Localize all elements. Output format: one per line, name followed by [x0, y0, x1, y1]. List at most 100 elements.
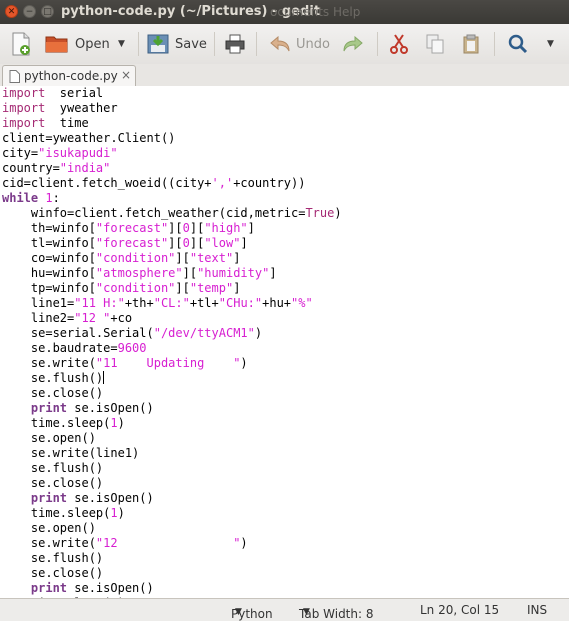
code-token: "isukapudi" — [38, 146, 118, 160]
paste-button[interactable] — [462, 29, 480, 59]
insert-mode: INS — [527, 603, 548, 617]
code-token: line1= — [2, 296, 75, 310]
clipboard-icon — [463, 34, 479, 54]
code-token: ) — [240, 536, 248, 550]
code-line[interactable]: winfo=client.fetch_weather(cid,metric=Tr… — [2, 206, 569, 221]
code-line[interactable]: se.close() — [2, 476, 569, 491]
code-line[interactable]: client=yweather.Client() — [2, 131, 569, 146]
find-menu-dropdown[interactable]: ▼ — [547, 29, 554, 59]
minimize-window-button[interactable]: − — [23, 5, 36, 18]
code-line[interactable]: time.sleep(1) — [2, 506, 569, 521]
redo-icon — [343, 36, 363, 52]
open-recent-dropdown[interactable]: ▼ — [118, 29, 125, 59]
code-token: time.sleep( — [2, 416, 111, 430]
maximize-window-button[interactable]: □ — [41, 5, 54, 18]
undo-button[interactable]: Undo — [270, 29, 330, 59]
code-view[interactable]: import serial import yweather import time c… — [0, 86, 569, 598]
code-token: line2= — [2, 311, 75, 325]
code-token: cid=client.fetch_woeid((city+ — [2, 176, 212, 190]
code-token: se.isOpen() — [67, 581, 154, 595]
code-token: se.write( — [2, 536, 96, 550]
code-token: yweather — [45, 101, 118, 115]
save-label: Save — [175, 36, 207, 52]
code-line[interactable]: se.flush() — [2, 371, 569, 386]
code-line[interactable]: print se.isOpen() — [2, 491, 569, 506]
code-line[interactable]: co=winfo["condition"]["text"] — [2, 251, 569, 266]
code-line[interactable]: print se.isOpen() — [2, 581, 569, 596]
open-button[interactable]: Open — [45, 29, 110, 59]
code-line[interactable]: time.sleep(1) — [2, 416, 569, 431]
code-line[interactable]: se.write("11 Updating ") — [2, 356, 569, 371]
search-icon — [508, 34, 528, 54]
code-token: se.baudrate= — [2, 341, 118, 355]
code-line[interactable]: cid=client.fetch_woeid((city+','+country… — [2, 176, 569, 191]
code-token: ] — [233, 251, 241, 265]
tab-label: python-code.py — [24, 69, 118, 83]
code-token: "12 " — [95, 536, 241, 550]
close-tab-icon[interactable]: × — [121, 68, 131, 82]
code-line[interactable]: import time — [2, 116, 569, 131]
toolbar-separator — [377, 32, 378, 56]
print-button[interactable] — [225, 29, 245, 59]
menu-bar-ghost: ocuments Help — [270, 5, 361, 19]
code-token: client=yweather.Client() — [2, 131, 176, 145]
code-line[interactable]: se.flush() — [2, 461, 569, 476]
code-line[interactable]: se.baudrate=9600 — [2, 341, 569, 356]
code-line[interactable]: hu=winfo["atmosphere"]["humidity"] — [2, 266, 569, 281]
code-token: ) — [117, 416, 125, 430]
undo-label: Undo — [296, 36, 330, 52]
save-button[interactable]: Save — [147, 29, 207, 59]
code-line[interactable]: se.write("12 ") — [2, 536, 569, 551]
title-bar: ✕ − □ python-code.py (~/Pictures) - gedi… — [0, 0, 569, 24]
open-label: Open — [75, 36, 110, 52]
code-line[interactable]: se.write(line1) — [2, 446, 569, 461]
code-token: ) — [240, 356, 248, 370]
redo-button[interactable] — [343, 29, 363, 59]
close-window-button[interactable]: ✕ — [5, 5, 18, 18]
code-line[interactable]: print se.isOpen() — [2, 401, 569, 416]
new-button[interactable] — [10, 29, 32, 59]
code-line[interactable]: city="isukapudi" — [2, 146, 569, 161]
chevron-down-icon: ▼ — [547, 39, 554, 49]
code-line[interactable]: se.open() — [2, 521, 569, 536]
code-line[interactable]: se.open() — [2, 431, 569, 446]
code-token: tl=winfo[ — [2, 236, 96, 250]
code-line[interactable]: th=winfo["forecast"][0]["high"] — [2, 221, 569, 236]
code-line[interactable]: import serial — [2, 86, 569, 101]
code-token: "text" — [189, 251, 234, 265]
code-line[interactable]: se=serial.Serial("/dev/ttyACM1") — [2, 326, 569, 341]
code-token: city= — [2, 146, 39, 160]
code-token: "india" — [59, 161, 111, 175]
tab-python-code[interactable]: python-code.py × — [2, 65, 136, 86]
code-token: ][ — [189, 221, 205, 235]
find-button[interactable] — [508, 29, 528, 59]
code-line[interactable]: import yweather — [2, 101, 569, 116]
code-token: 1 — [110, 416, 118, 430]
code-token: serial — [45, 86, 104, 100]
text-editor[interactable]: import serial import yweather import time c… — [0, 86, 569, 598]
cut-button[interactable] — [390, 29, 408, 59]
code-line[interactable]: line2="12 "+co — [2, 311, 569, 326]
code-token: "condition" — [95, 251, 176, 265]
code-token: "CL:" — [153, 296, 190, 310]
code-line[interactable]: se.close() — [2, 386, 569, 401]
code-line[interactable]: se.flush() — [2, 551, 569, 566]
code-line[interactable]: while 1: — [2, 191, 569, 206]
copy-button[interactable] — [426, 29, 444, 59]
code-token: ][ — [182, 266, 198, 280]
code-token: time — [45, 116, 89, 130]
code-token: 1 — [45, 191, 53, 205]
code-token: "11 H:" — [74, 296, 125, 310]
code-line[interactable]: se.close() — [2, 566, 569, 581]
code-token: se.open() — [2, 431, 96, 445]
code-line[interactable]: tp=winfo["condition"]["temp"] — [2, 281, 569, 296]
code-token: ][ — [168, 221, 183, 235]
code-line[interactable]: tl=winfo["forecast"][0]["low"] — [2, 236, 569, 251]
code-line[interactable]: country="india" — [2, 161, 569, 176]
code-token: se=serial.Serial( — [2, 326, 154, 340]
code-line[interactable]: line1="11 H:"+th+"CL:"+tl+"CHu:"+hu+"%" — [2, 296, 569, 311]
code-token: se.isOpen() — [67, 491, 154, 505]
toolbar-separator — [494, 32, 495, 56]
code-token: "low" — [204, 236, 241, 250]
